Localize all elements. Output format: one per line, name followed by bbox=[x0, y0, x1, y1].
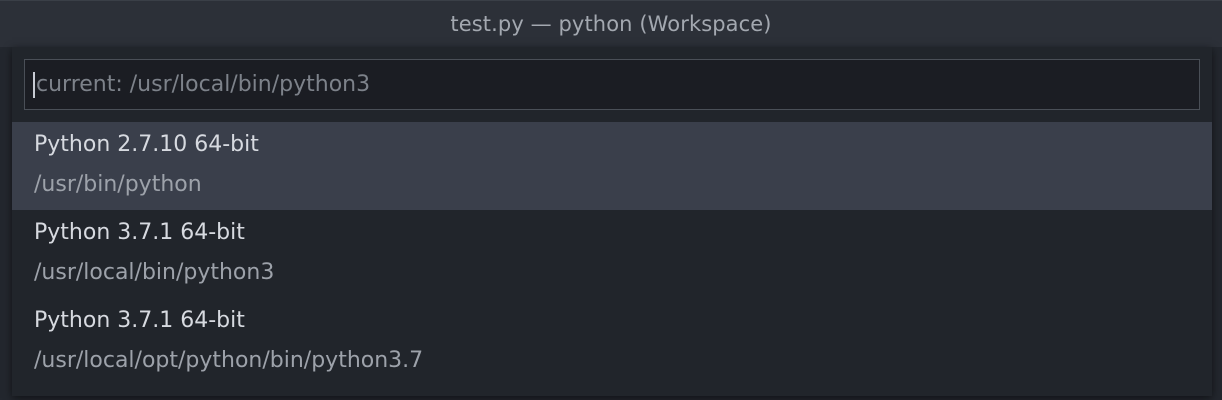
title-bar: test.py — python (Workspace) bbox=[0, 0, 1222, 47]
interpreter-list: Python 2.7.10 64-bit /usr/bin/python Pyt… bbox=[12, 122, 1212, 386]
interpreter-item-label: Python 3.7.1 64-bit bbox=[34, 308, 245, 333]
interpreter-item-path: /usr/local/opt/python/bin/python3.7 bbox=[34, 348, 424, 373]
window-title: test.py — python (Workspace) bbox=[450, 12, 772, 36]
interpreter-item-label: Python 2.7.10 64-bit bbox=[34, 132, 259, 157]
interpreter-item-python-3-7-1[interactable]: Python 3.7.1 64-bit /usr/local/bin/pytho… bbox=[12, 210, 1212, 298]
quick-pick-input-box[interactable] bbox=[24, 59, 1200, 110]
interpreter-item-python-3-7-1-opt[interactable]: Python 3.7.1 64-bit /usr/local/opt/pytho… bbox=[12, 298, 1212, 386]
interpreter-item-label: Python 3.7.1 64-bit bbox=[34, 220, 245, 245]
interpreter-item-path: /usr/local/bin/python3 bbox=[34, 260, 275, 285]
interpreter-item-path: /usr/bin/python bbox=[34, 172, 202, 197]
editor-window: test.py — python (Workspace) Python 2.7.… bbox=[0, 0, 1222, 400]
interpreter-search-input[interactable] bbox=[35, 60, 1199, 109]
interpreter-quick-pick: Python 2.7.10 64-bit /usr/bin/python Pyt… bbox=[12, 47, 1212, 396]
interpreter-item-python-2-7-10[interactable]: Python 2.7.10 64-bit /usr/bin/python bbox=[12, 122, 1212, 210]
